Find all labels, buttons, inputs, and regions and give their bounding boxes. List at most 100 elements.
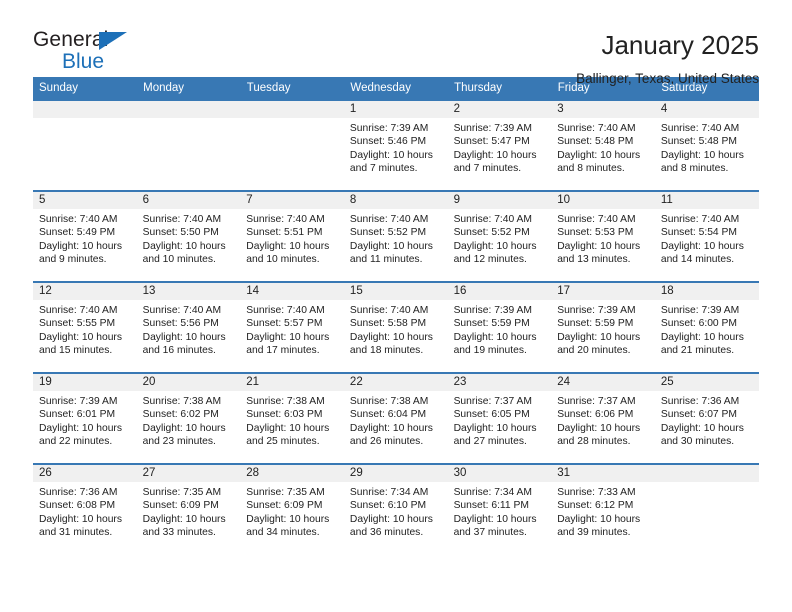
daylight-duration: Daylight: 10 hours	[39, 240, 122, 252]
daylight-duration-cont: and 8 minutes.	[557, 163, 625, 175]
day-details: Sunrise: 7:40 AM Sunset: 5:48 PM Daylight:…	[551, 118, 655, 176]
calendar-day-cell[interactable]: 10 Sunrise: 7:40 AM Sunset: 5:53 PM Dayligh…	[551, 190, 655, 282]
calendar-day-cell[interactable]: 28 Sunrise: 7:35 AM Sunset: 6:09 PM Dayligh…	[240, 463, 344, 554]
calendar-day-cell[interactable]: 3 Sunrise: 7:40 AM Sunset: 5:48 PM Daylight…	[551, 99, 655, 191]
calendar-day-cell[interactable]: 12 Sunrise: 7:40 AM Sunset: 5:55 PM Dayligh…	[33, 281, 137, 373]
calendar-day-cell[interactable]: 17 Sunrise: 7:39 AM Sunset: 5:59 PM Dayligh…	[551, 281, 655, 373]
sunrise-time: Sunrise: 7:34 AM	[349, 487, 429, 498]
day-number: 30	[447, 465, 552, 482]
day-number: 18	[654, 283, 759, 300]
daylight-duration-cont: and 28 minutes.	[557, 436, 631, 448]
daylight-duration: Daylight: 10 hours	[349, 422, 433, 434]
daylight-duration-cont: and 9 minutes.	[39, 254, 107, 266]
day-cell-inner: 19 Sunrise: 7:39 AM Sunset: 6:01 PM Dayligh…	[33, 374, 137, 463]
sunset-time: Sunset: 6:02 PM	[142, 409, 219, 421]
calendar-day-cell[interactable]: 7 Sunrise: 7:40 AM Sunset: 5:51 PM Daylight…	[240, 190, 344, 282]
daylight-duration: Daylight: 10 hours	[349, 240, 433, 252]
calendar-day-cell[interactable]: 2 Sunrise: 7:39 AM Sunset: 5:47 PM Daylight…	[447, 99, 552, 191]
calendar-day-cell[interactable]: 30 Sunrise: 7:34 AM Sunset: 6:11 PM Dayligh…	[447, 463, 552, 554]
day-details: Sunrise: 7:40 AM Sunset: 5:52 PM Daylight:…	[448, 209, 552, 267]
calendar-day-cell[interactable]: 21 Sunrise: 7:38 AM Sunset: 6:03 PM Dayligh…	[240, 372, 344, 464]
general-blue-logo[interactable]: General Blue	[33, 28, 153, 74]
day-number: 21	[240, 374, 344, 391]
calendar-day-cell[interactable]: 27 Sunrise: 7:35 AM Sunset: 6:09 PM Dayligh…	[136, 463, 241, 554]
calendar-day-cell[interactable]: 31 Sunrise: 7:33 AM Sunset: 6:12 PM Dayligh…	[551, 463, 655, 554]
calendar-day-cell[interactable]: 9 Sunrise: 7:40 AM Sunset: 5:52 PM Daylight…	[447, 190, 552, 282]
day-cell-inner: 14 Sunrise: 7:40 AM Sunset: 5:57 PM Dayligh…	[240, 283, 344, 372]
calendar-day-cell[interactable]: 20 Sunrise: 7:38 AM Sunset: 6:02 PM Dayligh…	[136, 372, 241, 464]
calendar-day-cell[interactable]: 18 Sunrise: 7:39 AM Sunset: 6:00 PM Dayligh…	[654, 281, 759, 373]
daylight-duration-cont: and 25 minutes.	[246, 436, 320, 448]
day-number	[654, 465, 759, 482]
sunrise-time: Sunrise: 7:39 AM	[39, 396, 118, 407]
sunset-time: Sunset: 5:52 PM	[349, 227, 427, 239]
sunrise-time: Sunrise: 7:39 AM	[557, 305, 636, 316]
calendar-week-row: 12 Sunrise: 7:40 AM Sunset: 5:55 PM Dayligh…	[33, 281, 759, 373]
calendar-day-cell[interactable]: 14 Sunrise: 7:40 AM Sunset: 5:57 PM Dayligh…	[240, 281, 344, 373]
daylight-duration: Daylight: 10 hours	[246, 422, 330, 434]
calendar-day-cell[interactable]: 24 Sunrise: 7:37 AM Sunset: 6:06 PM Dayligh…	[551, 372, 655, 464]
calendar-day-cell[interactable]: 22 Sunrise: 7:38 AM Sunset: 6:04 PM Dayligh…	[343, 372, 448, 464]
day-details: Sunrise: 7:35 AM Sunset: 6:09 PM Daylight:…	[137, 482, 241, 540]
calendar-page: General Blue January 2025 Ballinger, Tex…	[0, 0, 792, 612]
day-number: 27	[136, 465, 241, 482]
calendar-day-cell[interactable]: 6 Sunrise: 7:40 AM Sunset: 5:50 PM Daylight…	[136, 190, 241, 282]
calendar-day-cell[interactable]: 29 Sunrise: 7:34 AM Sunset: 6:10 PM Dayligh…	[343, 463, 448, 554]
calendar-week-row: 26 Sunrise: 7:36 AM Sunset: 6:08 PM Dayligh…	[33, 463, 759, 554]
daylight-duration-cont: and 36 minutes.	[349, 527, 424, 539]
day-number: 29	[343, 465, 448, 482]
daylight-duration: Daylight: 10 hours	[142, 331, 226, 343]
day-number: 9	[447, 192, 552, 209]
calendar-day-cell[interactable]: 16 Sunrise: 7:39 AM Sunset: 5:59 PM Dayligh…	[447, 281, 552, 373]
sunrise-time: Sunrise: 7:35 AM	[142, 487, 222, 498]
sunrise-time: Sunrise: 7:39 AM	[660, 305, 740, 316]
day-cell-inner: 30 Sunrise: 7:34 AM Sunset: 6:11 PM Dayligh…	[447, 465, 552, 554]
day-number: 15	[343, 283, 448, 300]
daylight-duration-cont: and 23 minutes.	[142, 436, 216, 448]
day-details: Sunrise: 7:36 AM Sunset: 6:08 PM Daylight:…	[33, 482, 137, 540]
daylight-duration-cont: and 15 minutes.	[39, 345, 113, 357]
daylight-duration: Daylight: 10 hours	[660, 240, 744, 252]
day-cell-inner: 26 Sunrise: 7:36 AM Sunset: 6:08 PM Dayligh…	[33, 465, 137, 554]
sunset-time: Sunset: 5:58 PM	[349, 318, 427, 330]
day-details: Sunrise: 7:40 AM Sunset: 5:50 PM Daylight:…	[137, 209, 241, 267]
day-number: 17	[551, 283, 655, 300]
calendar-day-cell[interactable]: 4 Sunrise: 7:40 AM Sunset: 5:48 PM Daylight…	[654, 99, 759, 191]
calendar-day-cell[interactable]: 23 Sunrise: 7:37 AM Sunset: 6:05 PM Dayligh…	[447, 372, 552, 464]
day-cell-inner: 20 Sunrise: 7:38 AM Sunset: 6:02 PM Dayligh…	[136, 374, 241, 463]
daylight-duration-cont: and 37 minutes.	[453, 527, 527, 539]
calendar-day-cell[interactable]: 11 Sunrise: 7:40 AM Sunset: 5:54 PM Dayligh…	[654, 190, 759, 282]
sunrise-time: Sunrise: 7:40 AM	[349, 214, 429, 225]
sunrise-time: Sunrise: 7:40 AM	[660, 214, 740, 225]
sunset-time: Sunset: 5:51 PM	[246, 227, 323, 239]
sunset-time: Sunset: 5:50 PM	[142, 227, 219, 239]
sunset-time: Sunset: 6:06 PM	[557, 409, 634, 421]
sunset-time: Sunset: 6:11 PM	[453, 500, 529, 512]
sunset-time: Sunset: 5:55 PM	[39, 318, 116, 330]
weekday-header-wednesday: Wednesday	[343, 77, 449, 100]
day-cell-inner: 8 Sunrise: 7:40 AM Sunset: 5:52 PM Daylight…	[343, 192, 448, 281]
day-details: Sunrise: 7:39 AM Sunset: 5:46 PM Daylight:…	[344, 118, 448, 176]
calendar-day-cell[interactable]: 1 Sunrise: 7:39 AM Sunset: 5:46 PM Daylight…	[343, 99, 448, 191]
daylight-duration: Daylight: 10 hours	[246, 513, 330, 525]
day-number: 11	[654, 192, 759, 209]
day-cell-inner: 24 Sunrise: 7:37 AM Sunset: 6:06 PM Dayligh…	[551, 374, 655, 463]
calendar-day-cell[interactable]: 15 Sunrise: 7:40 AM Sunset: 5:58 PM Dayligh…	[343, 281, 448, 373]
weekday-header-monday: Monday	[136, 77, 241, 100]
day-cell-inner: 5 Sunrise: 7:40 AM Sunset: 5:49 PM Daylight…	[33, 192, 137, 281]
calendar-day-cell[interactable]: 25 Sunrise: 7:36 AM Sunset: 6:07 PM Dayligh…	[654, 372, 759, 464]
day-cell-inner: 25 Sunrise: 7:36 AM Sunset: 6:07 PM Dayligh…	[654, 374, 759, 463]
calendar-day-cell[interactable]: 8 Sunrise: 7:40 AM Sunset: 5:52 PM Daylight…	[343, 190, 448, 282]
calendar-day-cell-empty	[654, 463, 759, 554]
sunset-time: Sunset: 5:47 PM	[453, 136, 530, 148]
calendar-day-cell[interactable]: 13 Sunrise: 7:40 AM Sunset: 5:56 PM Dayligh…	[136, 281, 241, 373]
day-number: 10	[551, 192, 655, 209]
calendar-day-cell[interactable]: 5 Sunrise: 7:40 AM Sunset: 5:49 PM Daylight…	[33, 190, 137, 282]
daylight-duration-cont: and 30 minutes.	[660, 436, 735, 448]
day-number: 4	[654, 101, 759, 118]
sunrise-time: Sunrise: 7:40 AM	[39, 305, 118, 316]
sunrise-time: Sunrise: 7:38 AM	[349, 396, 429, 407]
sunset-time: Sunset: 5:53 PM	[557, 227, 634, 239]
calendar-day-cell[interactable]: 19 Sunrise: 7:39 AM Sunset: 6:01 PM Dayligh…	[33, 372, 137, 464]
calendar-day-cell[interactable]: 26 Sunrise: 7:36 AM Sunset: 6:08 PM Dayligh…	[33, 463, 137, 554]
